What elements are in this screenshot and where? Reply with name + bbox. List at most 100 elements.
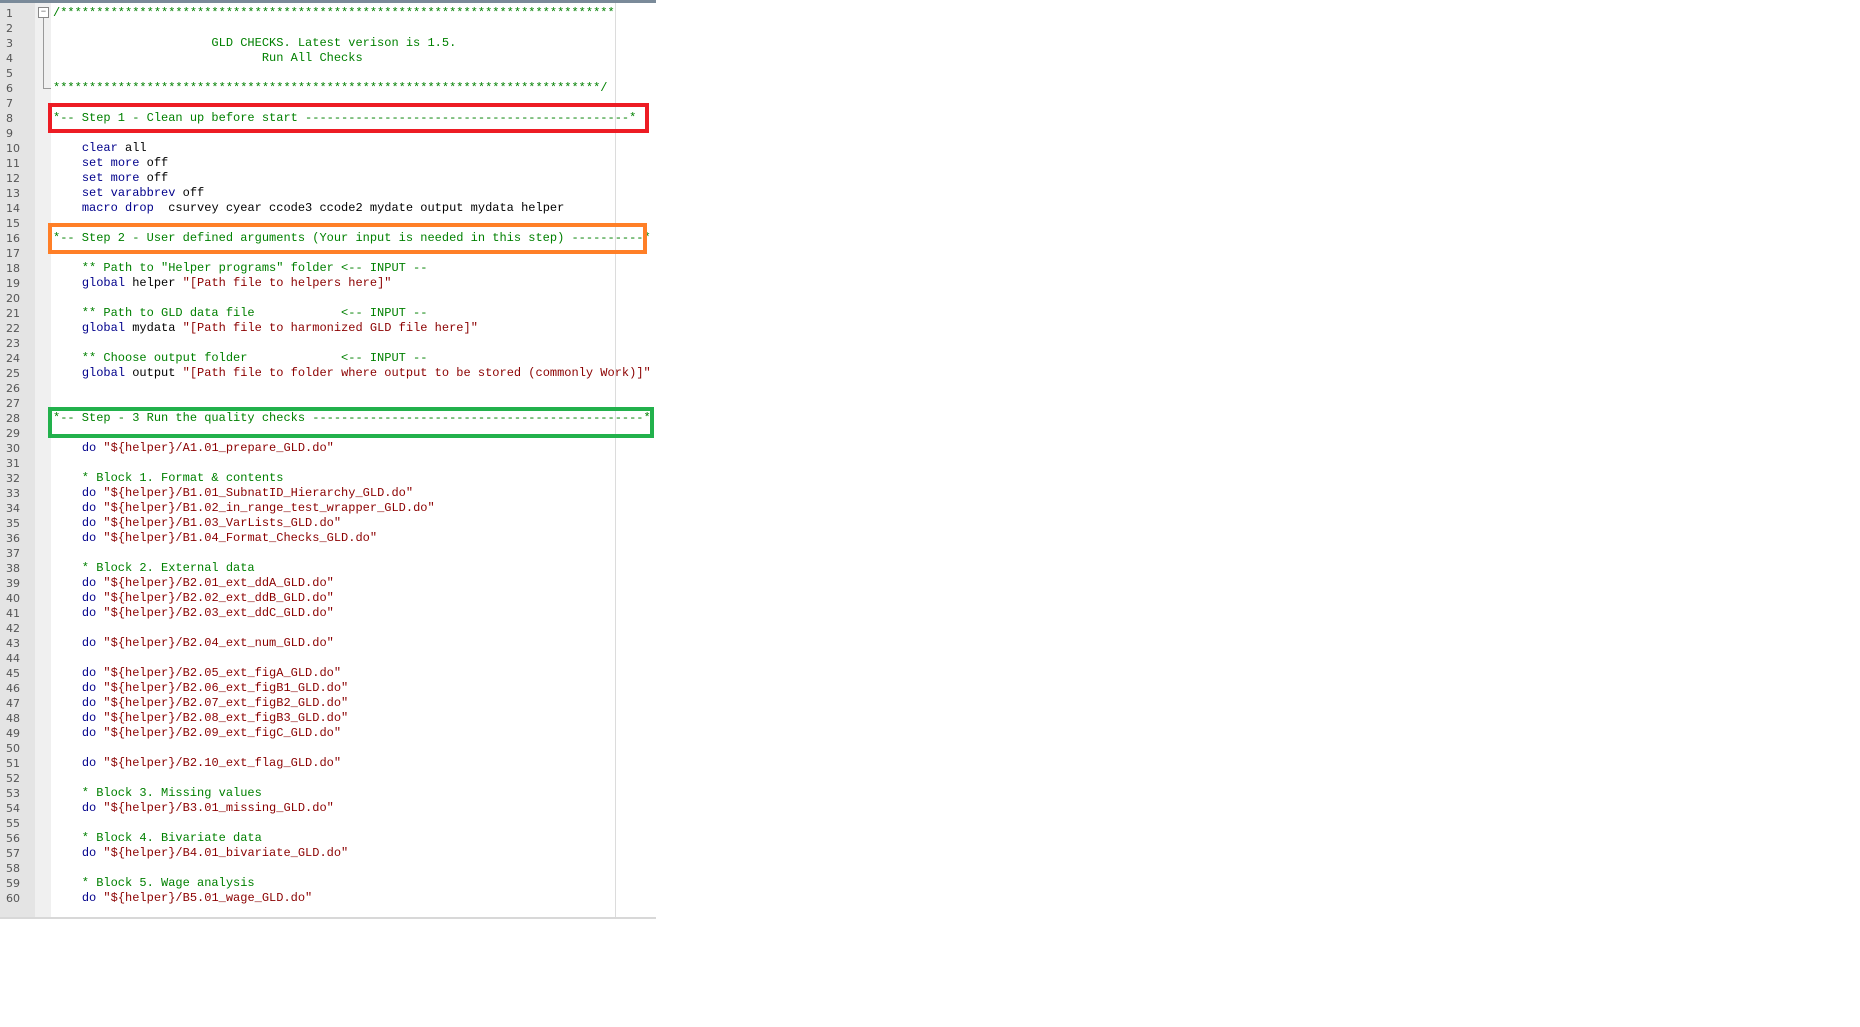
code-line[interactable]: 23 bbox=[0, 336, 656, 351]
code-line[interactable]: 56 * Block 4. Bivariate data bbox=[0, 831, 656, 846]
code-line[interactable]: 4 Run All Checks bbox=[0, 51, 656, 66]
code-line[interactable]: 60 do "${helper}/B5.01_wage_GLD.do" bbox=[0, 891, 656, 906]
line-number: 11 bbox=[6, 157, 20, 170]
code-line[interactable]: 49 do "${helper}/B2.09_ext_figC_GLD.do" bbox=[0, 726, 656, 741]
line-number: 42 bbox=[6, 622, 20, 635]
keyword-token: do bbox=[81, 846, 97, 860]
line-code: do "${helper}/B2.05_ext_figA_GLD.do" bbox=[53, 666, 341, 681]
code-line[interactable]: 14 macro drop csurvey cyear ccode3 ccode… bbox=[0, 201, 656, 216]
code-line[interactable]: 37 bbox=[0, 546, 656, 561]
code-line[interactable]: 3 GLD CHECKS. Latest verison is 1.5. bbox=[0, 36, 656, 51]
code-line[interactable]: 11 set more off bbox=[0, 156, 656, 171]
code-lines[interactable]: 1 /**************************************… bbox=[0, 6, 656, 906]
line-number: 51 bbox=[6, 757, 20, 770]
keyword-token: global bbox=[81, 321, 126, 335]
comment-token: GLD CHECKS. Latest verison is 1.5. bbox=[53, 36, 457, 50]
line-number: 5 bbox=[6, 67, 13, 80]
line-number: 28 bbox=[6, 412, 20, 425]
line-code: do "${helper}/B1.03_VarLists_GLD.do" bbox=[53, 516, 341, 531]
code-line[interactable]: 40 do "${helper}/B2.02_ext_ddB_GLD.do" bbox=[0, 591, 656, 606]
code-line[interactable]: 47 do "${helper}/B2.07_ext_figB2_GLD.do" bbox=[0, 696, 656, 711]
line-code: do "${helper}/B2.04_ext_num_GLD.do" bbox=[53, 636, 334, 651]
line-code: set more off bbox=[53, 171, 168, 186]
code-line[interactable]: 44 bbox=[0, 651, 656, 666]
code-line[interactable]: 55 bbox=[0, 816, 656, 831]
keyword-token: do bbox=[81, 726, 97, 740]
code-line[interactable]: 51 do "${helper}/B2.10_ext_flag_GLD.do" bbox=[0, 756, 656, 771]
code-line[interactable]: 52 bbox=[0, 771, 656, 786]
line-number: 4 bbox=[6, 52, 13, 65]
code-line[interactable]: 13 set varabbrev off bbox=[0, 186, 656, 201]
code-line[interactable]: 33 do "${helper}/B1.01_SubnatID_Hierarch… bbox=[0, 486, 656, 501]
code-line[interactable]: 19 global helper "[Path file to helpers … bbox=[0, 276, 656, 291]
code-line[interactable]: 59 * Block 5. Wage analysis bbox=[0, 876, 656, 891]
code-line[interactable]: 26 bbox=[0, 381, 656, 396]
code-line[interactable]: 6 ***************************************… bbox=[0, 81, 656, 96]
code-line[interactable]: 45 do "${helper}/B2.05_ext_figA_GLD.do" bbox=[0, 666, 656, 681]
line-code: do "${helper}/B2.09_ext_figC_GLD.do" bbox=[53, 726, 341, 741]
comment-token: ****************************************… bbox=[53, 81, 608, 95]
code-line[interactable]: 24 ** Choose output folder <-- INPUT -- bbox=[0, 351, 656, 366]
comment-token: * Block 3. Missing values bbox=[53, 786, 262, 800]
line-number: 48 bbox=[6, 712, 20, 725]
line-number: 32 bbox=[6, 472, 20, 485]
line-number: 12 bbox=[6, 172, 20, 185]
code-line[interactable]: 38 * Block 2. External data bbox=[0, 561, 656, 576]
code-line[interactable]: 41 do "${helper}/B2.03_ext_ddC_GLD.do" bbox=[0, 606, 656, 621]
code-line[interactable]: 48 do "${helper}/B2.08_ext_figB3_GLD.do" bbox=[0, 711, 656, 726]
code-line[interactable]: 1 /**************************************… bbox=[0, 6, 656, 21]
code-line[interactable]: 31 bbox=[0, 456, 656, 471]
code-line[interactable]: 32 * Block 1. Format & contents bbox=[0, 471, 656, 486]
code-line[interactable]: 43 do "${helper}/B2.04_ext_num_GLD.do" bbox=[0, 636, 656, 651]
string-token: "${helper}/B5.01_wage_GLD.do" bbox=[103, 891, 313, 905]
keyword-token: do bbox=[81, 486, 97, 500]
code-line[interactable]: 34 do "${helper}/B1.02_in_range_test_wra… bbox=[0, 501, 656, 516]
line-number: 8 bbox=[6, 112, 13, 125]
code-line[interactable]: 12 set more off bbox=[0, 171, 656, 186]
line-number: 6 bbox=[6, 82, 13, 95]
keyword-token: do bbox=[81, 711, 97, 725]
code-line[interactable]: 22 global mydata "[Path file to harmoniz… bbox=[0, 321, 656, 336]
code-line[interactable]: 54 do "${helper}/B3.01_missing_GLD.do" bbox=[0, 801, 656, 816]
code-line[interactable]: 50 bbox=[0, 741, 656, 756]
keyword-token: do bbox=[81, 531, 97, 545]
line-code: ****************************************… bbox=[53, 81, 608, 96]
code-line[interactable]: 5 bbox=[0, 66, 656, 81]
keyword-token: do bbox=[81, 696, 97, 710]
keyword-token: do bbox=[81, 516, 97, 530]
code-editor[interactable]: − 1/************************************… bbox=[0, 0, 656, 919]
code-line[interactable]: 46 do "${helper}/B2.06_ext_figB1_GLD.do" bbox=[0, 681, 656, 696]
code-line[interactable]: 36 do "${helper}/B1.04_Format_Checks_GLD… bbox=[0, 531, 656, 546]
line-number: 20 bbox=[6, 292, 20, 305]
line-code: ** Path to GLD data file <-- INPUT -- bbox=[53, 306, 428, 321]
code-line[interactable]: 53 * Block 3. Missing values bbox=[0, 786, 656, 801]
code-line[interactable]: 21 ** Path to GLD data file <-- INPUT -- bbox=[0, 306, 656, 321]
code-line[interactable]: 2 bbox=[0, 21, 656, 36]
code-line[interactable]: 30 do "${helper}/A1.01_prepare_GLD.do" bbox=[0, 441, 656, 456]
code-line[interactable]: 39 do "${helper}/B2.01_ext_ddA_GLD.do" bbox=[0, 576, 656, 591]
line-code: global output "[Path file to folder wher… bbox=[53, 366, 651, 381]
line-number: 25 bbox=[6, 367, 20, 380]
code-line[interactable]: 58 bbox=[0, 861, 656, 876]
code-line[interactable]: 35 do "${helper}/B1.03_VarLists_GLD.do" bbox=[0, 516, 656, 531]
code-line[interactable]: 57 do "${helper}/B4.01_bivariate_GLD.do" bbox=[0, 846, 656, 861]
code-line[interactable]: 42 bbox=[0, 621, 656, 636]
code-line[interactable]: 25 global output "[Path file to folder w… bbox=[0, 366, 656, 381]
code-line[interactable]: 20 bbox=[0, 291, 656, 306]
comment-token: * Block 1. Format & contents bbox=[53, 471, 284, 485]
comment-token: ** Path to GLD data file <-- INPUT -- bbox=[53, 306, 428, 320]
code-line[interactable]: 18 ** Path to "Helper programs" folder <… bbox=[0, 261, 656, 276]
keyword-token: do bbox=[81, 666, 97, 680]
string-token: "${helper}/B3.01_missing_GLD.do" bbox=[103, 801, 334, 815]
code-line[interactable]: 10 clear all bbox=[0, 141, 656, 156]
line-number: 53 bbox=[6, 787, 20, 800]
line-number: 34 bbox=[6, 502, 20, 515]
line-number: 9 bbox=[6, 127, 13, 140]
line-code: /***************************************… bbox=[53, 6, 615, 21]
